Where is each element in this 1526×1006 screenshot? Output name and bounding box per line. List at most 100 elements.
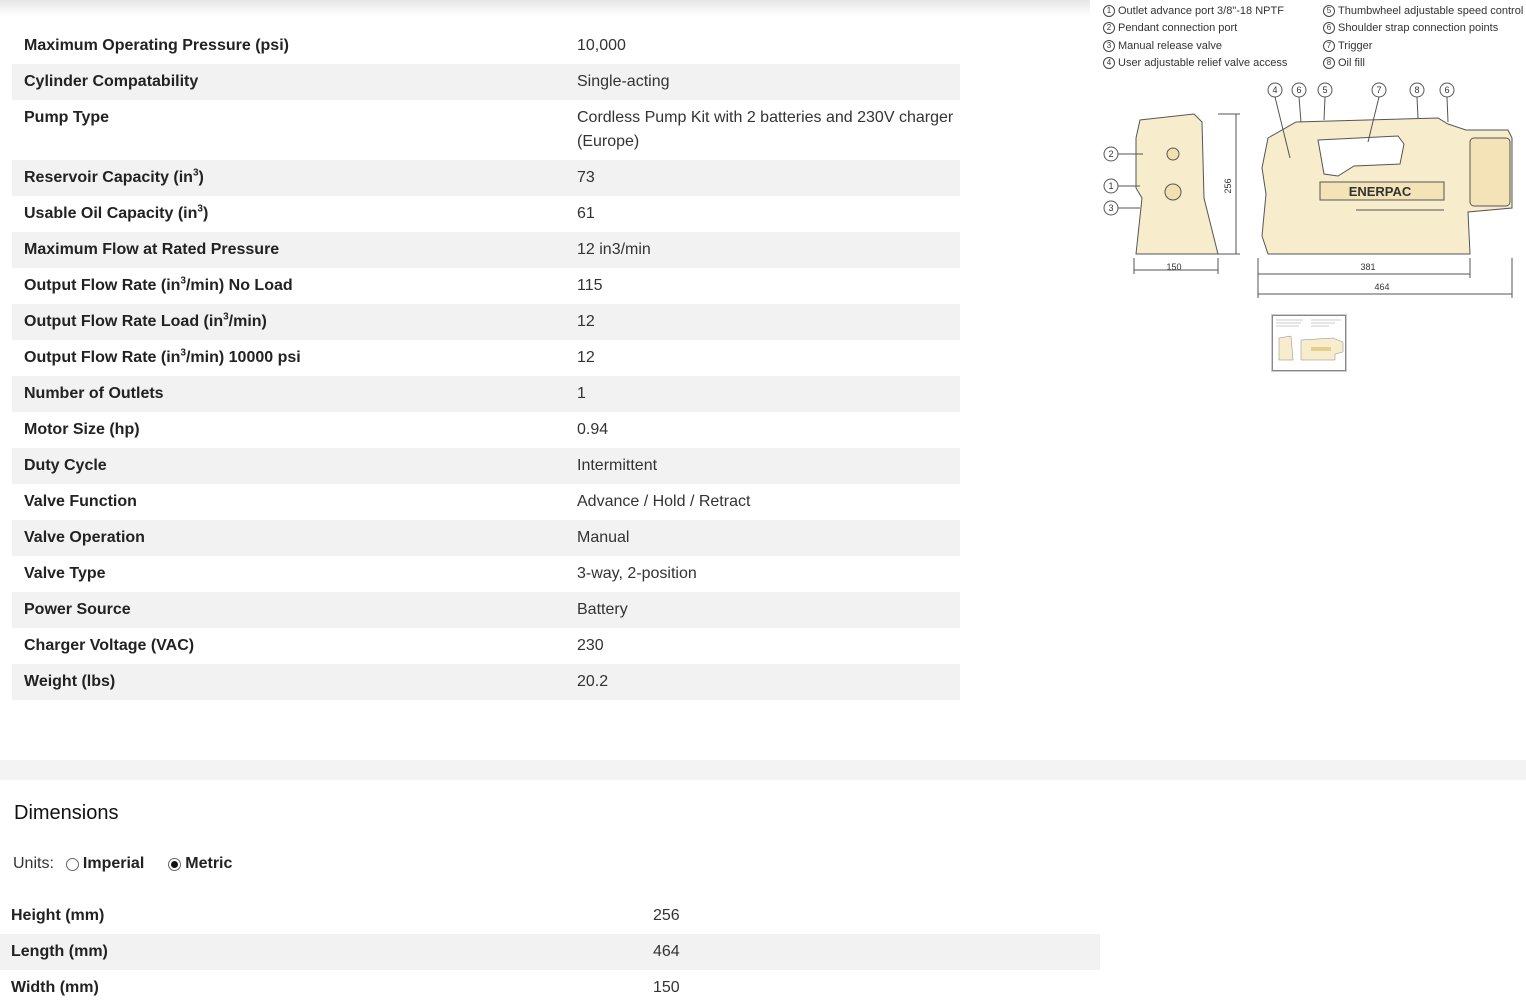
spec-label: Weight (lbs) — [24, 673, 116, 690]
spec-label-text: Output Flow Rate (in — [24, 277, 181, 294]
callout-label: 2 — [1108, 149, 1113, 159]
spec-label: Cylinder Compatability — [24, 73, 199, 90]
spec-row: Number of Outlets 1 — [12, 376, 960, 412]
callout-label: 7 — [1376, 85, 1381, 95]
spec-label-text: Usable Oil Capacity (in — [24, 205, 198, 222]
dimension-row: Height (mm) 256 — [0, 898, 1100, 934]
spec-value: 3-way, 2-position — [577, 565, 697, 582]
callout-number: 6 — [1323, 22, 1335, 35]
pump-side-view — [1135, 113, 1219, 255]
spec-row: Power Source Battery — [12, 592, 960, 628]
imperial-radio[interactable] — [65, 857, 79, 871]
callout-number: 3 — [1103, 39, 1115, 52]
legend-text: User adjustable relief valve access — [1118, 56, 1288, 69]
legend-text: Thumbwheel adjustable speed control — [1338, 5, 1524, 17]
spec-value: 0.94 — [577, 421, 609, 438]
spec-row: Pump Type Cordless Pump Kit with 2 batte… — [12, 100, 960, 160]
spec-label-text: /min) 10000 psi — [185, 349, 301, 366]
spec-label: Duty Cycle — [24, 457, 107, 474]
spec-label: Valve Function — [24, 493, 137, 510]
spec-row: Output Flow Rate Load (in3/min) 12 — [12, 304, 960, 340]
dimension-label: 256 — [1223, 178, 1233, 193]
callout-number: 2 — [1103, 22, 1115, 35]
imperial-radio-label[interactable]: Imperial — [83, 855, 144, 873]
spec-row: Charger Voltage (VAC) 230 — [12, 628, 960, 664]
spec-value: 20.2 — [577, 673, 609, 690]
spec-label-text: /min) No Load — [185, 277, 293, 294]
spec-row: Reservoir Capacity (in3) 73 — [12, 160, 960, 196]
legend-item: 8 Oil fill — [1323, 55, 1523, 72]
spec-label: Output Flow Rate Load (in3/min) — [12, 304, 565, 332]
spec-label-text: /min) — [228, 313, 267, 330]
callout-label: 3 — [1108, 203, 1113, 213]
callout-label: 8 — [1414, 85, 1419, 95]
dimension-label: Length (mm) — [11, 943, 108, 960]
specifications-table: Maximum Operating Pressure (psi) 10,000 … — [12, 28, 960, 700]
legend-text: Pendant connection port — [1118, 22, 1238, 35]
spec-label: Motor Size (hp) — [24, 421, 140, 438]
thumbnail-image — [1273, 316, 1345, 370]
dimension-value: 464 — [653, 943, 680, 960]
callout-number: 5 — [1323, 5, 1335, 18]
spec-label: Number of Outlets — [24, 385, 164, 402]
release-valve — [1164, 183, 1182, 201]
spec-value: 12 — [577, 349, 595, 366]
spec-value: 1 — [577, 385, 586, 402]
spec-row: Maximum Operating Pressure (psi) 10,000 — [12, 28, 960, 64]
spec-value: 12 in3/min — [577, 241, 651, 258]
spec-row: Valve Type 3-way, 2-position — [12, 556, 960, 592]
spec-row: Weight (lbs) 20.2 — [12, 664, 960, 700]
spec-row: Cylinder Compatability Single-acting — [12, 64, 960, 100]
spec-label: Output Flow Rate (in3/min) No Load — [12, 268, 565, 296]
spec-label-text: ) — [202, 205, 209, 222]
spec-value: 115 — [577, 277, 603, 294]
section-divider — [0, 760, 1526, 780]
metric-radio-label[interactable]: Metric — [185, 855, 232, 873]
spec-value: 10,000 — [577, 37, 626, 54]
dimension-row: Width (mm) 150 — [0, 970, 1100, 1006]
pump-technical-drawing: 2 1 3 4 6 5 7 8 6 150 381 464 256 ENERPA… — [1103, 82, 1513, 298]
spec-value: 73 — [577, 169, 595, 186]
callout-label: 4 — [1272, 85, 1277, 95]
legend-text: Shoulder strap connection points — [1338, 22, 1499, 35]
spec-value: Intermittent — [577, 457, 658, 474]
spec-label: Maximum Operating Pressure (psi) — [24, 37, 289, 54]
dimension-row: Length (mm) 464 — [0, 934, 1100, 970]
legend-text: Outlet advance port 3/8"-18 NPTF — [1118, 5, 1284, 17]
callout-label: 5 — [1322, 85, 1327, 95]
callout-number: 8 — [1323, 56, 1335, 69]
spec-value: Cordless Pump Kit with 2 batteries and 2… — [577, 109, 954, 150]
legend-column-left: 1 Outlet advance port 3/8"-18 NPTF 2 Penda… — [1103, 3, 1287, 72]
spec-row: Motor Size (hp) 0.94 — [12, 412, 960, 448]
spec-label: Pump Type — [24, 109, 110, 126]
legend-item: 3 Manual release valve — [1103, 38, 1287, 55]
spec-value: Manual — [577, 529, 630, 546]
battery-pack — [1469, 137, 1511, 207]
spec-row: Valve Operation Manual — [12, 520, 960, 556]
legend-text: Oil fill — [1338, 56, 1365, 69]
spec-row: Output Flow Rate (in3/min) No Load 115 — [12, 268, 960, 304]
legend-item: 4 User adjustable relief valve access — [1103, 55, 1287, 72]
spec-row: Usable Oil Capacity (in3) 61 — [12, 196, 960, 232]
legend-item: 1 Outlet advance port 3/8"-18 NPTF — [1103, 3, 1287, 20]
spec-label: Charger Voltage (VAC) — [24, 637, 195, 654]
spec-row: Output Flow Rate (in3/min) 10000 psi 12 — [12, 340, 960, 376]
legend-item: 2 Pendant connection port — [1103, 20, 1287, 37]
spec-value: 61 — [577, 205, 595, 222]
spec-label-text: Output Flow Rate (in — [24, 349, 181, 366]
spec-label: Power Source — [24, 601, 131, 618]
spec-row: Duty Cycle Intermittent — [12, 448, 960, 484]
legend-item: 6 Shoulder strap connection points — [1323, 20, 1523, 37]
drawing-thumbnail[interactable] — [1272, 315, 1346, 371]
outlet-port — [1166, 147, 1180, 161]
units-label: Units: — [13, 855, 54, 872]
spec-label: Reservoir Capacity (in3) — [12, 160, 565, 188]
dimension-label: Height (mm) — [11, 907, 105, 924]
spec-label: Maximum Flow at Rated Pressure — [24, 241, 280, 258]
legend-item: 7 Trigger — [1323, 38, 1523, 55]
dimension-label: Width (mm) — [11, 979, 99, 996]
callout-number: 1 — [1103, 5, 1115, 18]
metric-radio[interactable] — [168, 857, 182, 871]
dimension-label: 150 — [1166, 262, 1181, 272]
spec-value: 12 — [577, 313, 595, 330]
